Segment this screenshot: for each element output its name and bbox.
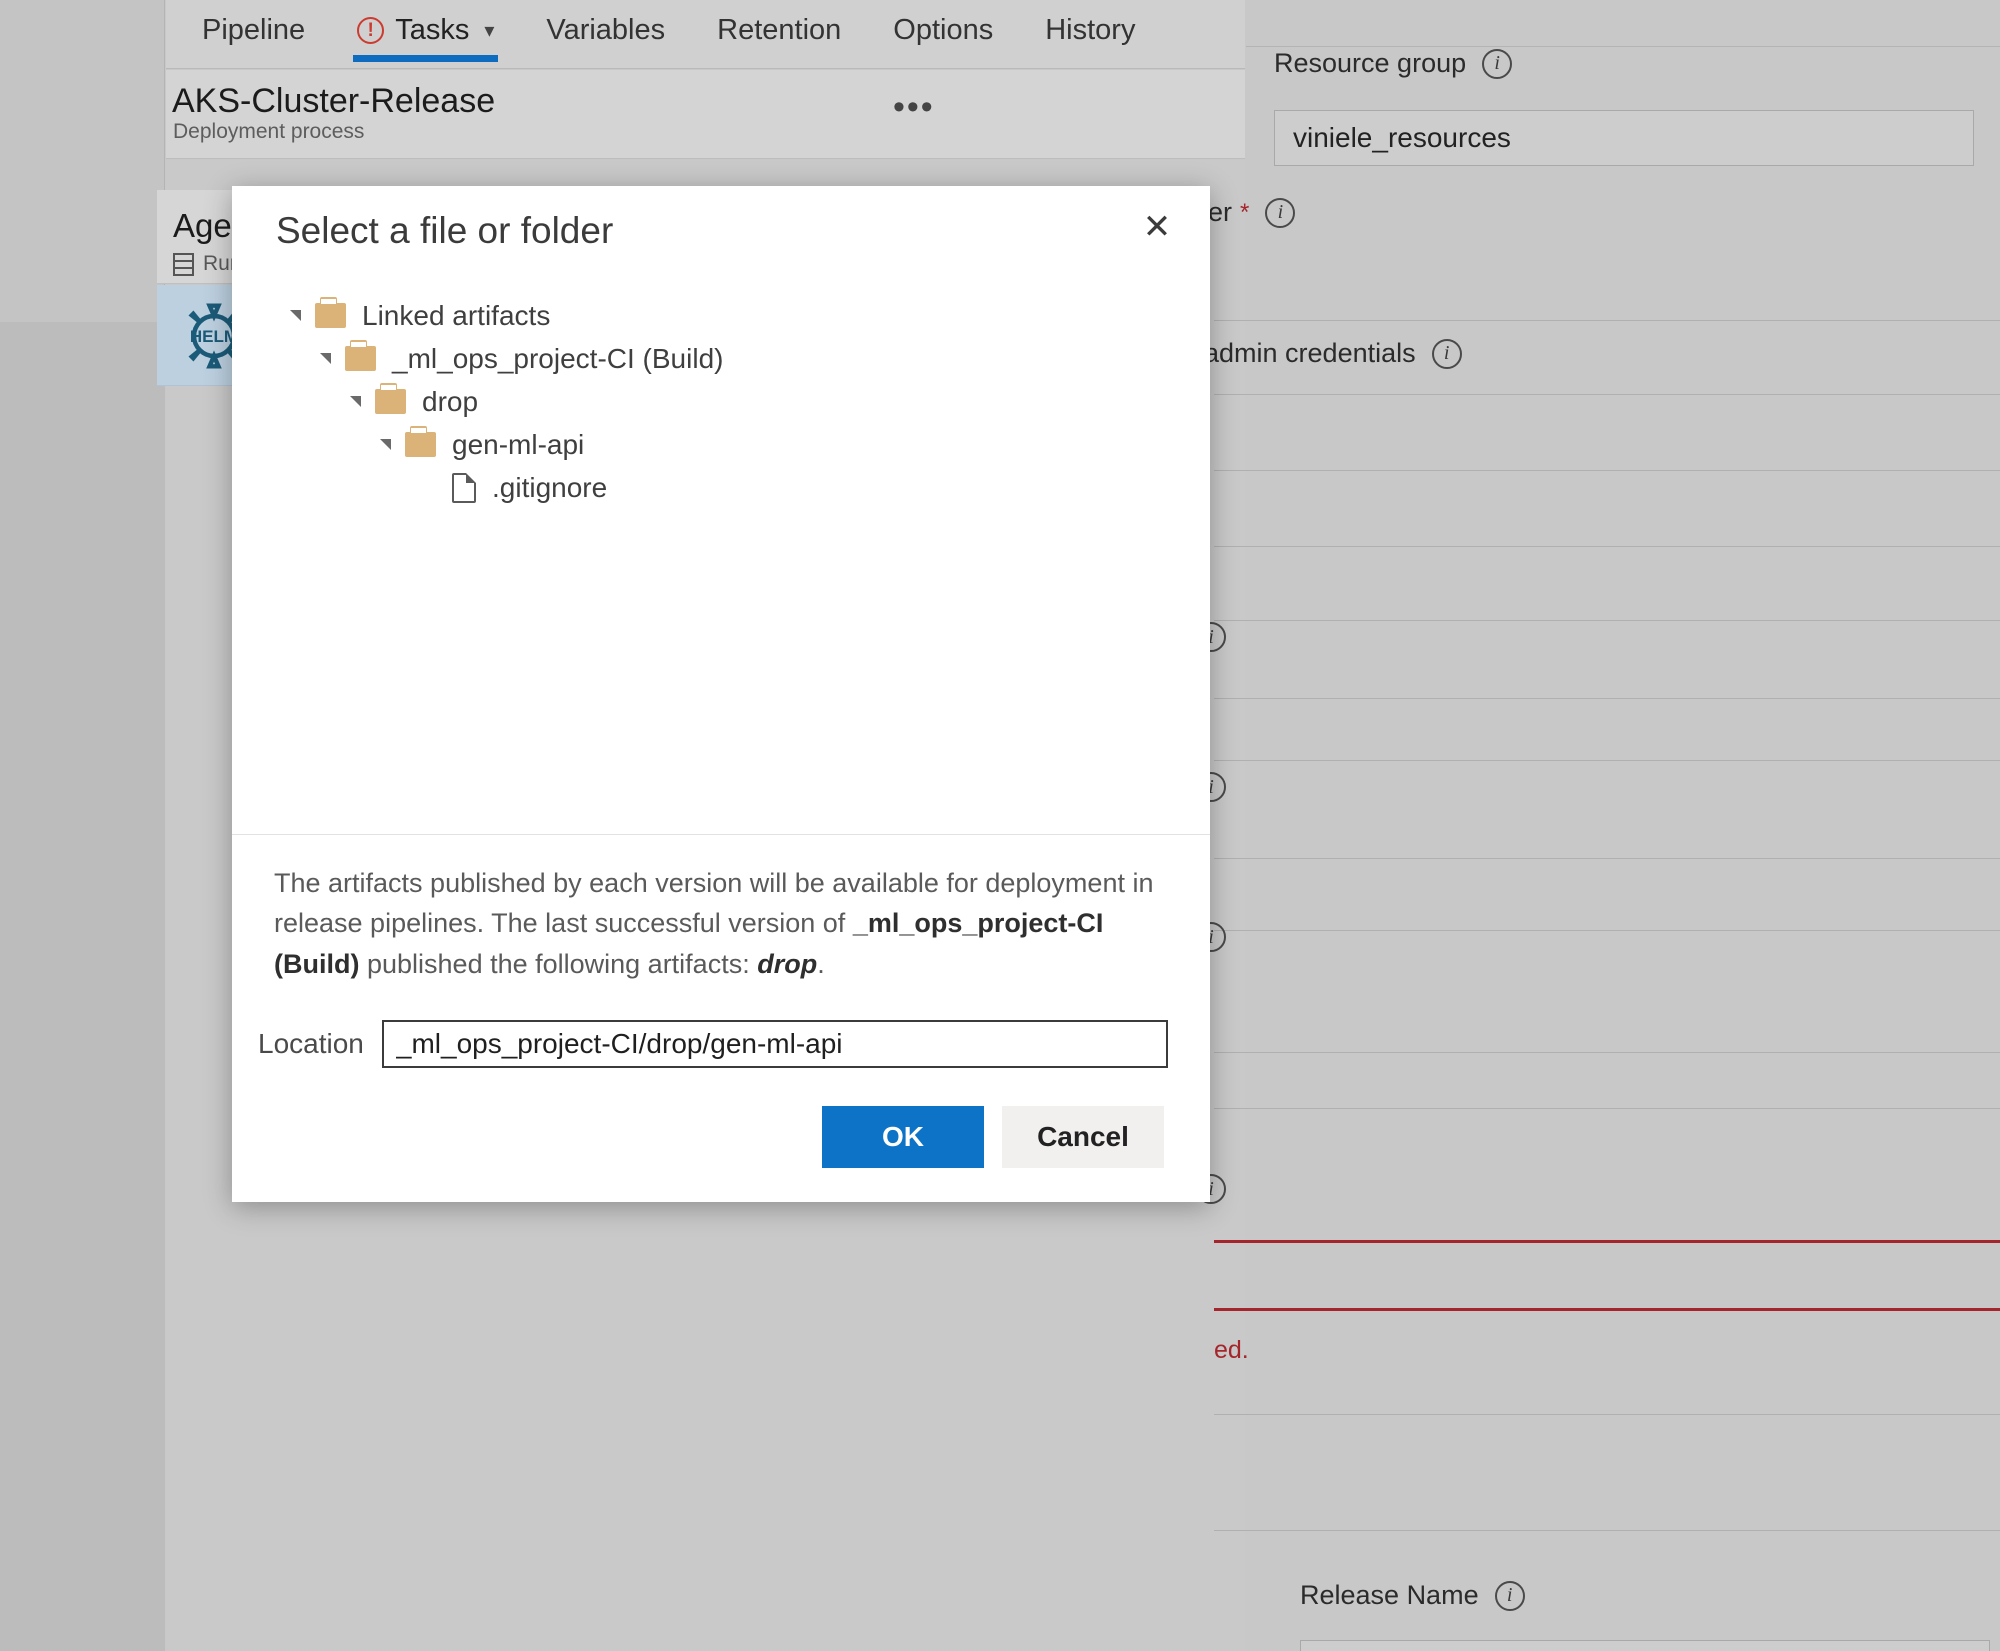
chevron-expanded-icon[interactable] bbox=[320, 353, 331, 364]
artifact-tree[interactable]: Linked artifacts _ml_ops_project-CI (Bui… bbox=[232, 282, 1210, 835]
tree-item-gen-ml-api[interactable]: gen-ml-api bbox=[232, 423, 1210, 466]
chevron-expanded-icon[interactable] bbox=[350, 396, 361, 407]
tree-item-label: drop bbox=[422, 385, 479, 417]
ok-button[interactable]: OK bbox=[822, 1106, 984, 1168]
cancel-button[interactable]: Cancel bbox=[1002, 1106, 1164, 1168]
app-root: Pipeline ! Tasks ▾ Variables Retention O… bbox=[0, 0, 2000, 1651]
dialog-header: Select a file or folder ✕ bbox=[232, 186, 1210, 282]
tree-item-label: _ml_ops_project-CI (Build) bbox=[392, 342, 724, 374]
info-text-part3: . bbox=[817, 948, 825, 979]
location-input[interactable] bbox=[381, 1020, 1168, 1068]
tree-item-drop[interactable]: drop bbox=[232, 380, 1210, 423]
folder-icon bbox=[345, 340, 376, 371]
tree-item-linked-artifacts[interactable]: Linked artifacts bbox=[232, 294, 1210, 337]
folder-icon bbox=[375, 383, 406, 414]
chevron-expanded-icon[interactable] bbox=[290, 310, 301, 321]
location-row: Location bbox=[232, 990, 1210, 1068]
file-icon bbox=[452, 472, 476, 503]
tree-item-label: gen-ml-api bbox=[452, 428, 585, 460]
select-file-or-folder-dialog: Select a file or folder ✕ Linked artifac… bbox=[232, 186, 1210, 1202]
info-text-artifact-name: drop bbox=[757, 948, 818, 979]
tree-item-label: Linked artifacts bbox=[362, 299, 551, 331]
dialog-title: Select a file or folder bbox=[276, 210, 614, 251]
dialog-info-text: The artifacts published by each version … bbox=[232, 835, 1210, 991]
dialog-actions: OK Cancel bbox=[232, 1068, 1210, 1202]
chevron-expanded-icon[interactable] bbox=[380, 439, 391, 450]
tree-item-gitignore[interactable]: .gitignore bbox=[232, 466, 1210, 509]
tree-item-ml-ops-project-ci[interactable]: _ml_ops_project-CI (Build) bbox=[232, 337, 1210, 380]
folder-icon bbox=[405, 426, 436, 457]
folder-icon bbox=[315, 297, 346, 328]
close-icon[interactable]: ✕ bbox=[1130, 200, 1184, 254]
tree-item-label: .gitignore bbox=[492, 471, 608, 503]
info-text-part2: published the following artifacts: bbox=[359, 948, 758, 979]
location-label: Location bbox=[258, 1028, 364, 1059]
